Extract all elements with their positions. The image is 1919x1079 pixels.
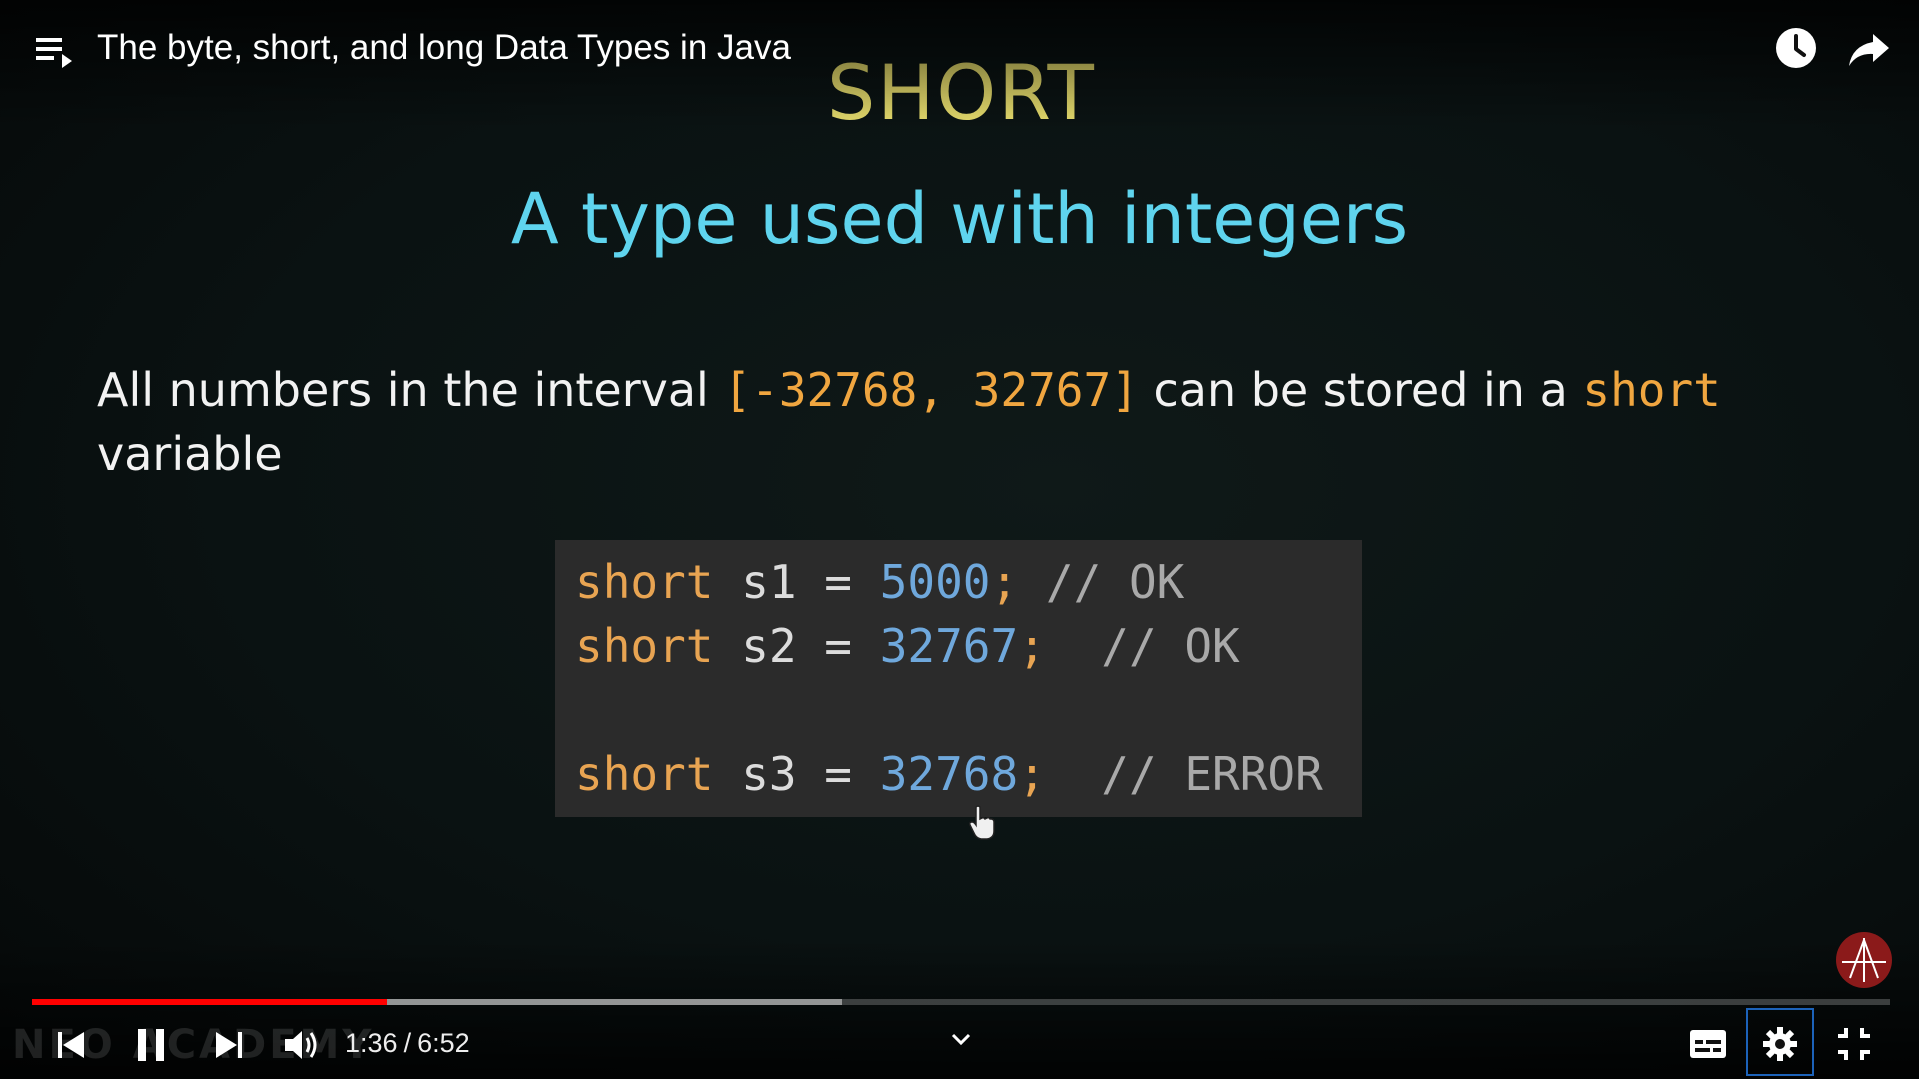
slide-keyword: short xyxy=(1582,363,1721,417)
time-separator: / xyxy=(403,1028,412,1058)
pause-icon xyxy=(138,1029,164,1061)
slide-subheading: A type used with integers xyxy=(510,178,1409,260)
hand-cursor-icon xyxy=(969,805,995,840)
duration: 6:52 xyxy=(417,1028,470,1058)
pause-button[interactable] xyxy=(134,1026,168,1064)
expand-chapters-button[interactable] xyxy=(948,1026,974,1052)
code-block: short s1 = 5000; // OK short s2 = 32767;… xyxy=(555,540,1362,817)
slide-body-text: All numbers in the interval [-32768, 327… xyxy=(97,358,1797,486)
next-button[interactable] xyxy=(212,1028,246,1062)
chevron-down-icon xyxy=(951,1033,971,1046)
slide-range: [-32768, 32767] xyxy=(723,363,1139,417)
playlist-icon xyxy=(36,38,72,68)
channel-logo[interactable] xyxy=(1836,932,1892,988)
previous-button[interactable] xyxy=(54,1028,88,1062)
watch-later-button[interactable] xyxy=(1772,24,1820,72)
code-line: short s1 = 5000; // OK xyxy=(575,555,1185,609)
exit-fullscreen-icon xyxy=(1838,1028,1870,1060)
code-line: short s3 = 32768; // ERROR xyxy=(575,747,1323,801)
share-arrow-icon xyxy=(1849,34,1889,66)
playlist-button[interactable] xyxy=(32,28,78,74)
slide-text-middle: can be stored in a xyxy=(1138,363,1583,417)
gear-icon xyxy=(1763,1027,1797,1061)
video-title[interactable]: The byte, short, and long Data Types in … xyxy=(97,26,791,70)
volume-button[interactable] xyxy=(282,1026,322,1064)
share-button[interactable] xyxy=(1845,26,1893,74)
subtitles-icon xyxy=(1690,1030,1726,1058)
exit-fullscreen-button[interactable] xyxy=(1836,1026,1872,1062)
settings-button[interactable] xyxy=(1760,1024,1800,1064)
skip-previous-icon xyxy=(58,1032,84,1058)
clock-icon xyxy=(1776,28,1816,68)
slide-text-after: variable xyxy=(97,427,283,481)
subtitles-button[interactable] xyxy=(1688,1026,1728,1062)
skip-next-icon xyxy=(216,1032,242,1058)
compass-logo-icon xyxy=(1842,938,1886,982)
progress-bar[interactable] xyxy=(32,999,1890,1005)
video-player[interactable]: SHORT A type used with integers All numb… xyxy=(0,0,1919,1079)
progress-played xyxy=(32,999,387,1005)
code-line: short s2 = 32767; // OK xyxy=(575,619,1240,673)
time-display: 1:36/6:52 xyxy=(345,1026,470,1060)
volume-icon xyxy=(285,1031,317,1059)
current-time: 1:36 xyxy=(345,1028,398,1058)
slide-text-before: All numbers in the interval xyxy=(97,363,724,417)
